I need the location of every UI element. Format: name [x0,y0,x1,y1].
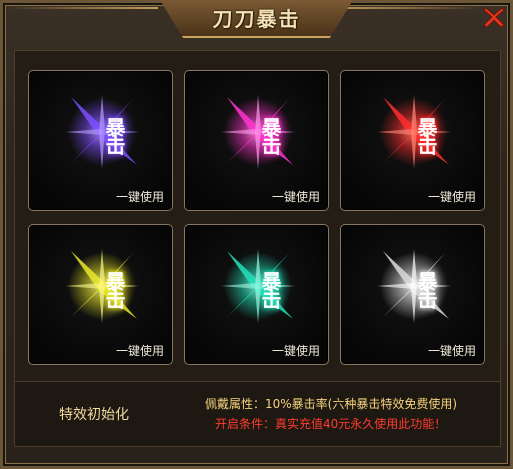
use-effect-button[interactable]: 一键使用 [272,188,320,205]
reset-effects-button[interactable]: 特效初始化 [24,400,164,430]
effect-card[interactable]: 暴击一键使用 [184,224,329,365]
use-effect-button[interactable]: 一键使用 [116,342,164,359]
crit-effect-label: 暴击 [102,117,126,153]
effect-card[interactable]: 暴击一键使用 [28,224,173,365]
close-x-icon [483,7,505,28]
condition-text: 开启条件：真实充值40元永久使用此功能！ [215,417,447,431]
crit-effect-label: 暴击 [414,117,438,153]
title-ornament-right [331,7,481,9]
effect-card[interactable]: 暴击一键使用 [184,70,329,211]
crit-effect-label: 暴击 [414,271,438,307]
effect-card[interactable]: 暴击一键使用 [340,224,485,365]
effect-card[interactable]: 暴击一键使用 [28,70,173,211]
close-button[interactable] [481,4,507,30]
use-effect-button[interactable]: 一键使用 [272,342,320,359]
window-title: 刀刀暴击 [212,7,301,31]
effect-card[interactable]: 暴击一键使用 [340,70,485,211]
title-ornament-left [8,7,158,9]
use-effect-button[interactable]: 一键使用 [428,342,476,359]
crit-effect-label: 暴击 [102,271,126,307]
attribute-text: 佩戴属性：10%暴击率(六种暴击特效免费使用) [205,397,458,411]
crit-effect-label: 暴击 [258,271,282,307]
crit-effect-label: 暴击 [258,117,282,153]
use-effect-button[interactable]: 一键使用 [428,188,476,205]
use-effect-button[interactable]: 一键使用 [116,188,164,205]
